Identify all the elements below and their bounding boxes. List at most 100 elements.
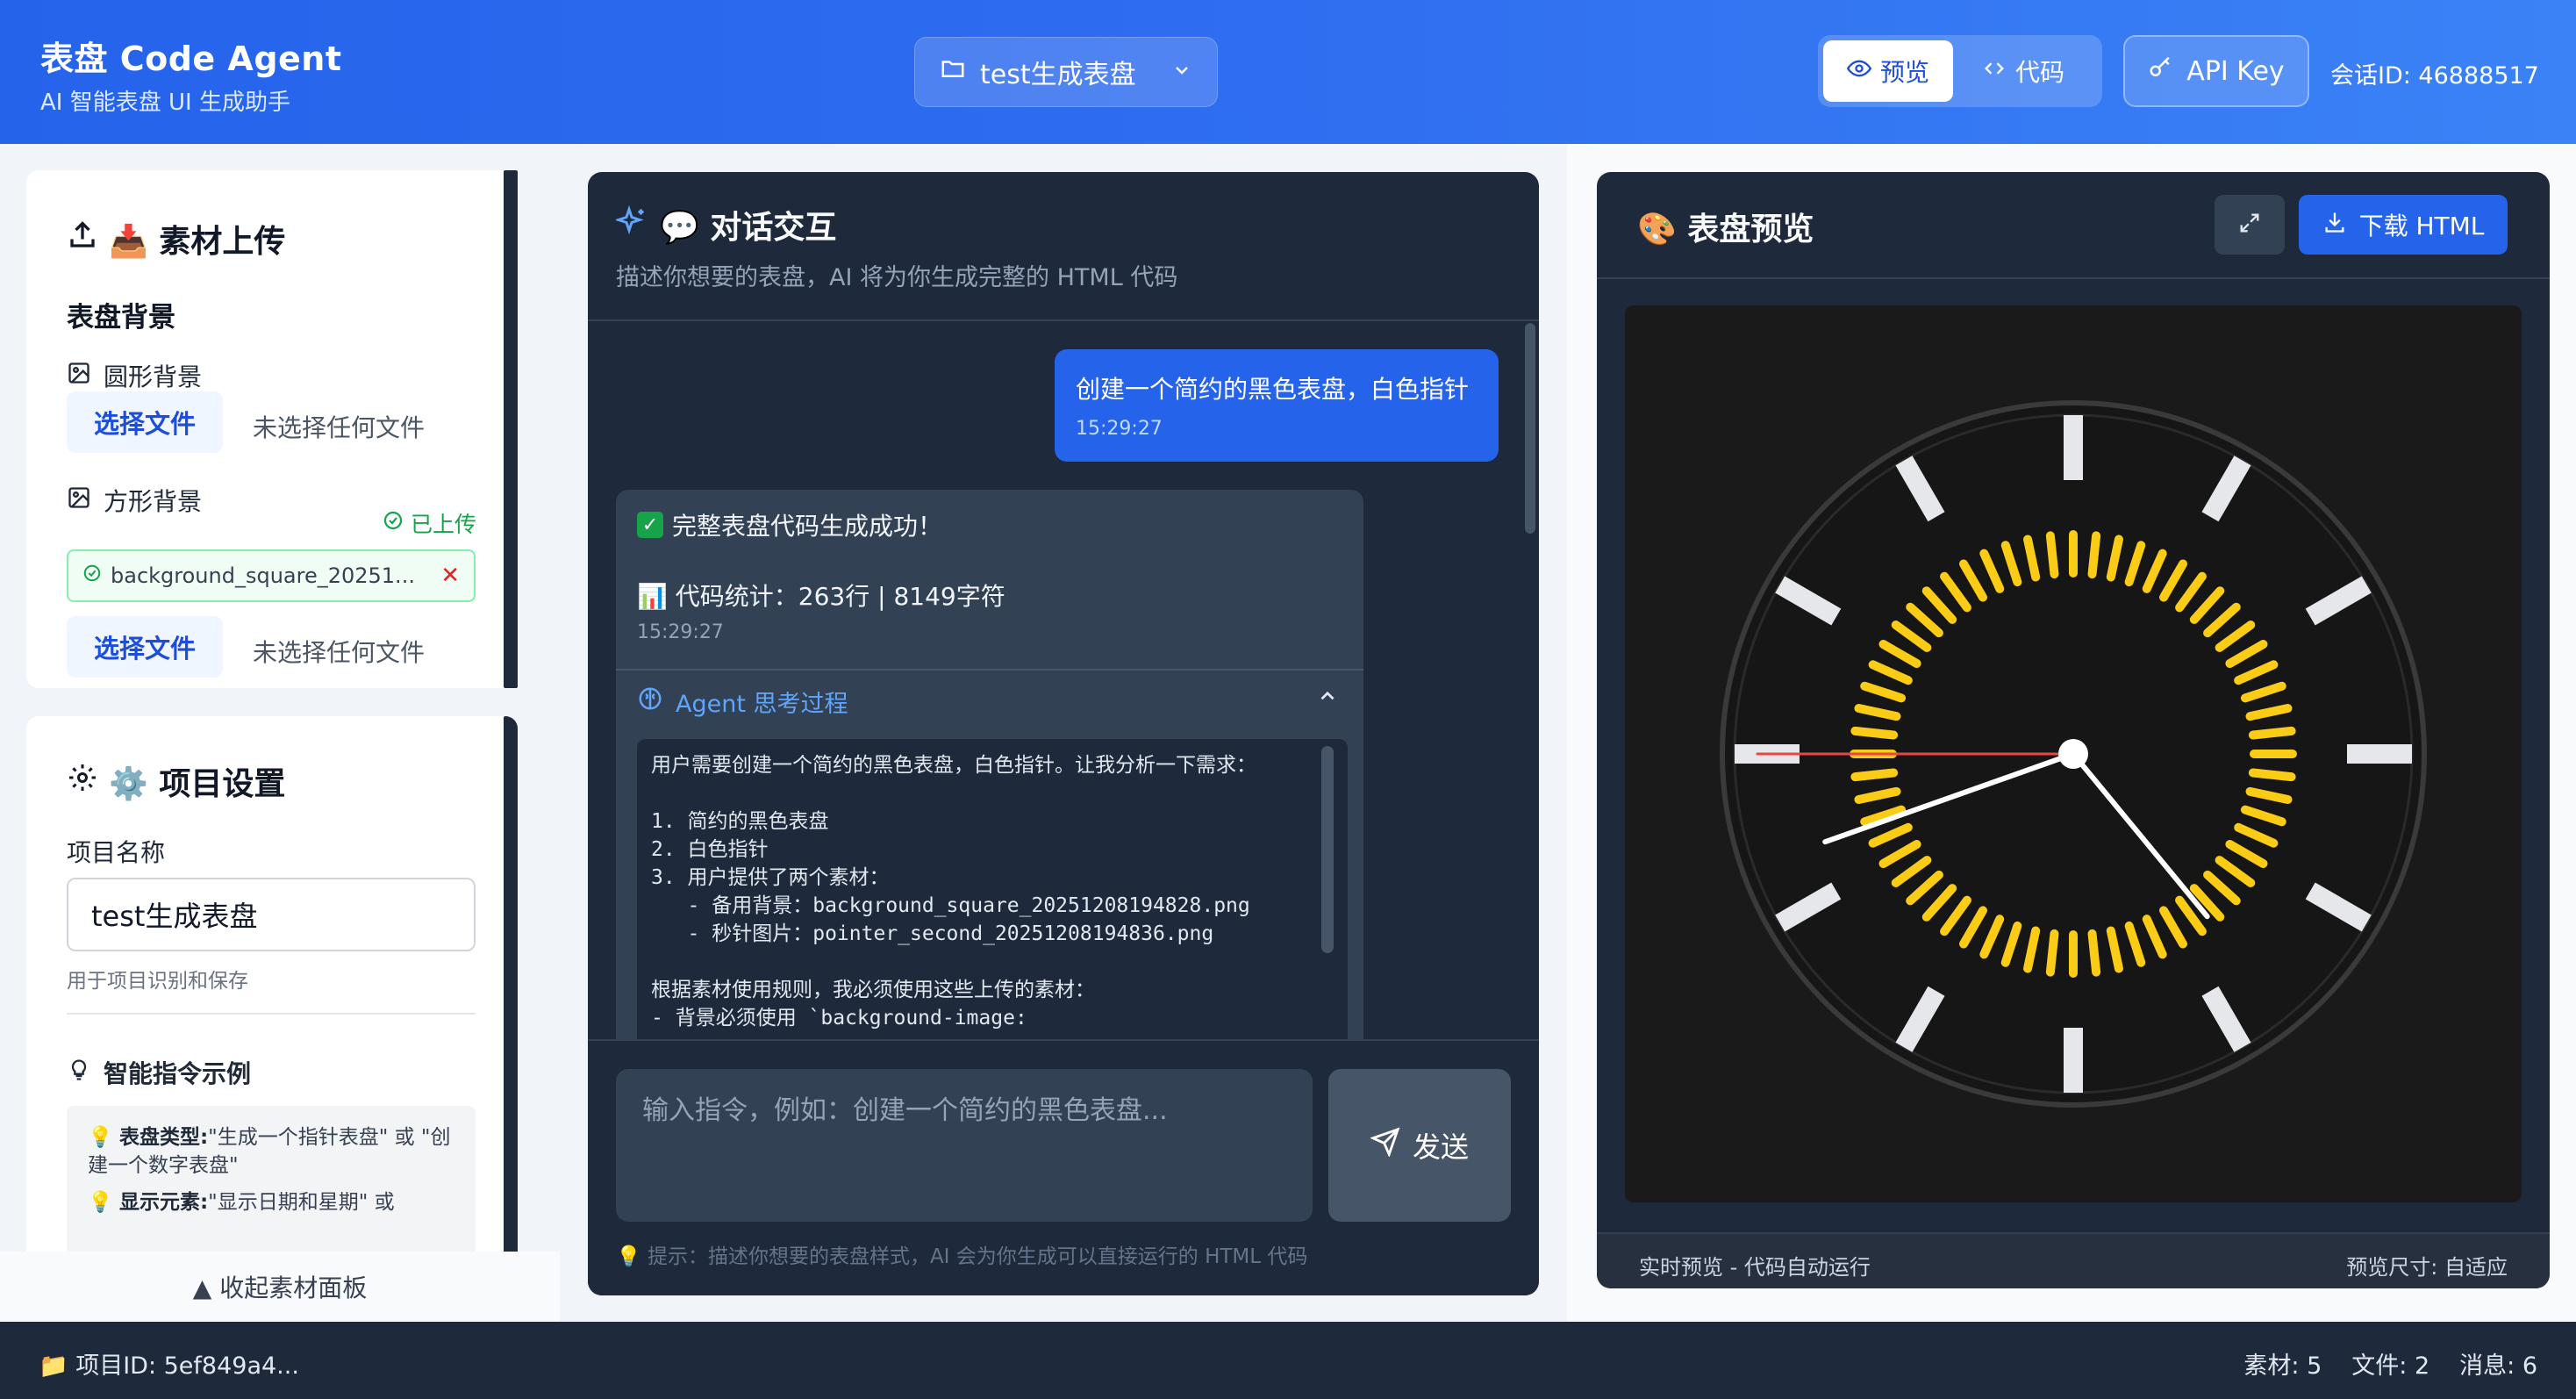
chat-input[interactable]: 输入指令，例如：创建一个简约的黑色表盘... [616, 1069, 1313, 1222]
send-button[interactable]: 发送 [1328, 1069, 1511, 1222]
status-counts: 素材: 5 文件: 2 消息: 6 [2243, 1346, 2537, 1381]
preview-panel: 🎨 表盘预览 下载 HTML 实时预览 - 代码自动运行 预览尺寸: 自适应 [1597, 172, 2550, 1288]
watch-face [1720, 400, 2427, 1108]
divider [1597, 277, 2550, 279]
image-icon [67, 361, 91, 391]
fullscreen-button[interactable] [2215, 195, 2285, 255]
thinking-title: Agent 思考过程 [676, 691, 848, 718]
center-cap [2058, 739, 2088, 769]
second-tick [2248, 768, 2296, 782]
chat-subtitle: 描述你想要的表盘，AI 将为你生成完整的 HTML 代码 [616, 264, 1178, 291]
upload-card-scrollbar[interactable] [504, 170, 518, 688]
settings-title-text: ⚙️ 项目设置 [109, 766, 286, 802]
success-text: 完整表盘代码生成成功！ [672, 512, 943, 541]
download-label: 下载 HTML [2358, 212, 2485, 240]
divider [616, 669, 1363, 671]
uploaded-file-name: background_square_20251... [111, 563, 415, 588]
gear-icon [67, 762, 98, 801]
thinking-toggle[interactable]: Agent 思考过程 [637, 685, 848, 719]
project-select-label: test生成表盘 [980, 60, 1136, 90]
settings-card-scrollbar[interactable] [504, 716, 518, 1322]
eye-icon [1846, 56, 1871, 87]
uploaded-status-badge: 已上传 [383, 507, 476, 539]
preview-footer: 实时预览 - 代码自动运行 预览尺寸: 自适应 [1597, 1232, 2550, 1288]
upload-card: 📥 素材上传 表盘背景 圆形背景 选择文件 未选择任何文件 方形背景 已上传 b… [26, 170, 518, 688]
dial-background-label: 表盘背景 [67, 302, 175, 334]
round-bg-no-file: 未选择任何文件 [253, 413, 426, 442]
square-bg-field: 方形背景 [67, 483, 202, 518]
send-icon [1370, 1127, 1400, 1164]
assistant-message-time: 15:29:27 [637, 621, 724, 643]
check-circle-icon [383, 510, 404, 536]
tip-key: 表盘类型: [118, 1126, 209, 1149]
key-icon [2148, 54, 2174, 88]
project-name-label: 项目名称 [67, 838, 166, 867]
code-stats: 📊 代码统计：263行 | 8149字符 [637, 582, 1005, 611]
tips-title-text: 智能指令示例 [104, 1059, 252, 1088]
download-html-button[interactable]: 下载 HTML [2299, 195, 2508, 255]
chat-title: 💬 对话交互 [616, 202, 836, 248]
second-tick [2045, 929, 2059, 977]
thinking-text: 用户需要创建一个简约的黑色表盘，白色指针。让我分析一下需求： 1. 简约的黑色表… [651, 754, 1256, 1030]
chat-panel: 💬 对话交互 描述你想要的表盘，AI 将为你生成完整的 HTML 代码 创建一个… [588, 172, 1539, 1295]
round-bg-label: 圆形背景 [104, 362, 203, 391]
app-title: 表盘 Code Agent [40, 39, 342, 78]
folder-icon [940, 55, 966, 89]
left-panel: 📥 素材上传 表盘背景 圆形背景 选择文件 未选择任何文件 方形背景 已上传 b… [0, 144, 560, 1322]
second-tick [2087, 531, 2101, 579]
divider [67, 1013, 476, 1015]
uploaded-status-text: 已上传 [411, 512, 477, 537]
download-icon [2322, 210, 2347, 240]
chat-scrollbar[interactable] [1525, 323, 1535, 534]
message-count: 消息: 6 [2459, 1352, 2537, 1380]
success-line: ✓ 完整表盘代码生成成功！ [637, 507, 942, 542]
choose-round-bg-button[interactable]: 选择文件 [67, 391, 223, 453]
session-id: 会话ID: 46888517 [2330, 62, 2539, 90]
chat-hint: 💡 提示：描述你想要的表盘样式，AI 会为你生成可以直接运行的 HTML 代码 [616, 1245, 1308, 1268]
code-tab[interactable]: 代码 [1958, 40, 2088, 102]
round-bg-field: 圆形背景 [67, 358, 202, 393]
code-icon [1982, 56, 2007, 87]
tip-item[interactable]: 💡 表盘类型:"生成一个指针表盘" 或 "创建一个数字表盘" [88, 1123, 454, 1180]
preview-title: 🎨 表盘预览 [1637, 212, 1814, 248]
tip-item[interactable]: 💡 显示元素:"显示日期和星期" 或 [88, 1188, 454, 1216]
send-label: 发送 [1412, 1130, 1469, 1164]
project-select-dropdown[interactable]: test生成表盘 [914, 37, 1218, 107]
square-bg-no-file: 未选择任何文件 [253, 638, 426, 667]
chevron-up-icon[interactable] [1316, 685, 1339, 714]
tip-text: "显示日期和星期" 或 [208, 1191, 395, 1214]
thinking-scrollbar[interactable] [1321, 746, 1334, 953]
remove-file-icon[interactable]: ✕ [440, 563, 460, 589]
divider [588, 319, 1539, 321]
collapse-panel-button[interactable]: ▲ 收起素材面板 [0, 1252, 560, 1322]
second-tick [2087, 929, 2101, 977]
check-circle-icon [82, 563, 102, 588]
tip-key: 显示元素: [118, 1191, 209, 1214]
uploaded-file-chip: background_square_20251... ✕ [67, 549, 476, 602]
tips-title: 智能指令示例 [67, 1055, 251, 1090]
api-key-button[interactable]: API Key [2123, 35, 2309, 107]
preview-tab-label: 预览 [1879, 58, 1929, 87]
code-tab-label: 代码 [2014, 58, 2064, 87]
user-message-time: 15:29:27 [1076, 418, 1163, 440]
chevron-down-icon [1171, 57, 1192, 88]
square-bg-label: 方形背景 [104, 487, 203, 516]
second-tick [2045, 531, 2059, 579]
second-tick [1850, 768, 1899, 782]
settings-card: ⚙️ 项目设置 项目名称 test生成表盘 用于项目识别和保存 智能指令示例 💡… [26, 716, 518, 1322]
project-id: 📁 项目ID: 5ef849a4... [39, 1352, 299, 1380]
sparkle-icon [616, 204, 648, 245]
project-name-input[interactable]: test生成表盘 [67, 878, 476, 951]
choose-square-bg-button[interactable]: 选择文件 [67, 616, 223, 678]
second-tick [2248, 726, 2296, 740]
chat-title-text: 💬 对话交互 [660, 210, 837, 246]
second-tick [1850, 726, 1899, 740]
upload-title-text: 📥 素材上传 [109, 224, 286, 260]
watch-preview-stage [1625, 305, 2522, 1202]
file-count: 文件: 2 [2351, 1352, 2430, 1380]
view-toggle: 预览 代码 [1818, 35, 2102, 107]
image-icon [67, 485, 91, 516]
asset-count: 素材: 5 [2243, 1352, 2322, 1380]
preview-tab[interactable]: 预览 [1823, 40, 1953, 102]
expand-icon [2237, 211, 2262, 239]
